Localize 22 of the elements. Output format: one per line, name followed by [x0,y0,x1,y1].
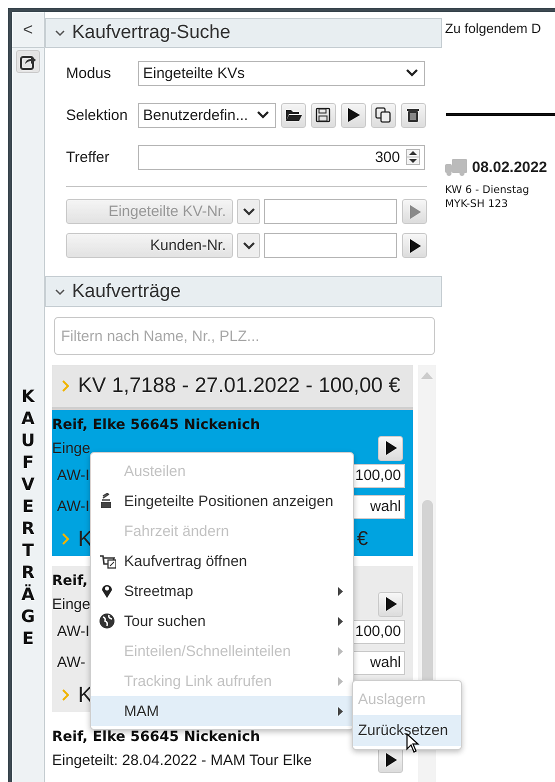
customer-name: Reif, [52,573,88,589]
contract-amount: € [356,528,368,550]
section-title: Kaufverträge [72,280,181,302]
heading-text: Zu folgendem D [445,21,542,36]
customer-name: Reif, Elke 56645 Nickenich [52,729,260,745]
plate-text: MYK-SH 123 [445,198,509,210]
assignment-text: Einge [52,596,90,612]
field-label: Modus [66,64,112,82]
position-label: AW-I [57,498,90,515]
assignment-text: Einge [52,440,90,456]
section-title: Kaufvertrag-Suche [72,22,230,44]
assignment-text: Eingeteilt: 28.04.2022 - MAM Tour Elke [52,752,312,768]
group-title: KV 1,7188 - 27.01.2022 - 100,00 € [78,374,400,398]
vertical-title: KAUFVERTRÄGE [20,386,36,650]
position-label: AW-I [57,467,90,484]
week-text: KW 6 - Dienstag [445,184,530,196]
date-text: 08.02.2022 [472,159,548,176]
customer-name: Reif, Elke 56645 Nickenich [52,417,260,433]
position-label: AW- [57,654,86,671]
field-label: Selektion [66,106,129,124]
position-label: AW-I [57,623,90,640]
field-label: Treffer [66,148,110,166]
